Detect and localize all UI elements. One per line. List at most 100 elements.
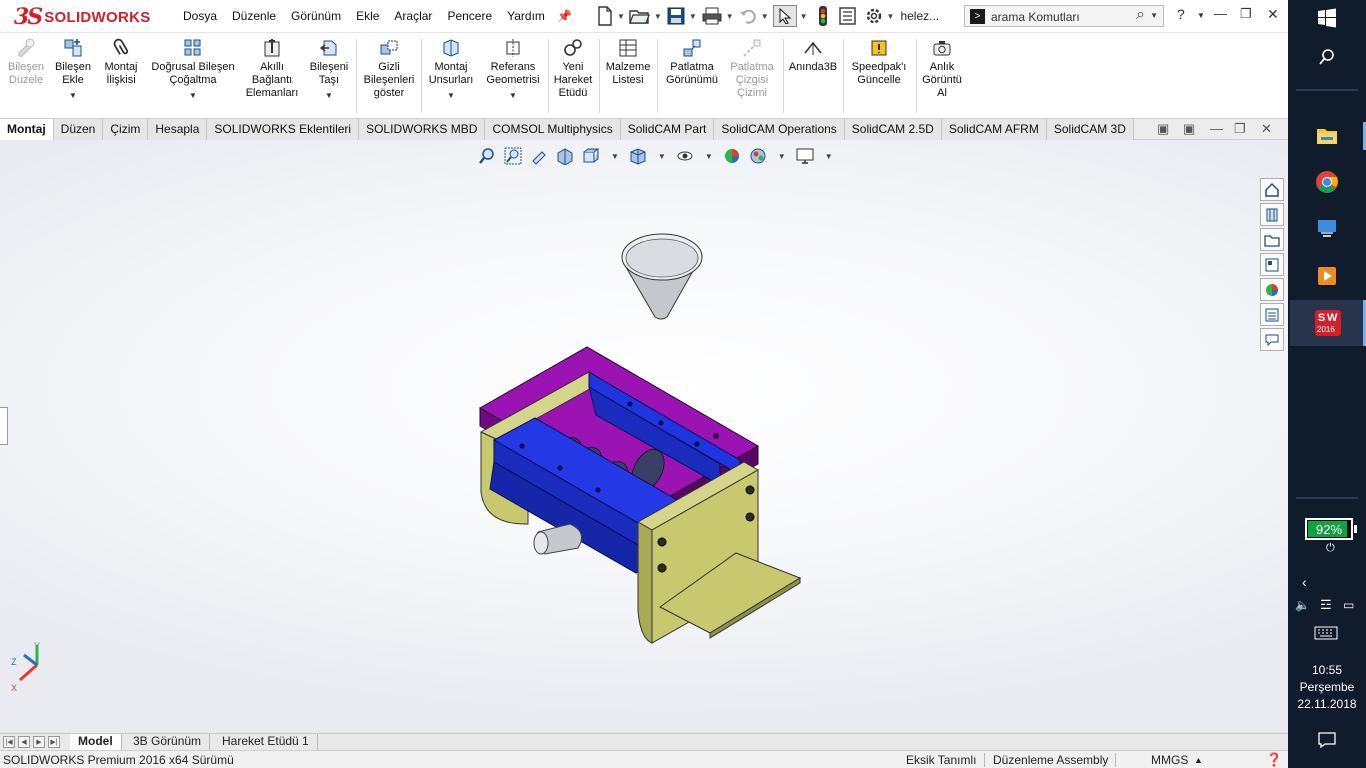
tab-comsol[interactable]: COMSOL Multiphysics xyxy=(485,119,621,140)
menu-file[interactable]: Dosya xyxy=(183,9,217,23)
new-dropdown-icon[interactable]: ▼ xyxy=(617,12,625,21)
search-input[interactable]: arama Komutları xyxy=(991,10,1080,24)
mate-button[interactable]: Montaj İlişkisi xyxy=(99,37,143,87)
explode-line-sketch-button[interactable]: Patlatma Çizgisi Çizimi xyxy=(724,37,780,100)
file-explorer-icon[interactable] xyxy=(1315,124,1339,148)
appearances-tab[interactable] xyxy=(1260,278,1284,301)
options-dropdown-icon[interactable]: ▼ xyxy=(887,12,895,21)
options-gear-icon[interactable] xyxy=(864,6,884,26)
tab-solidcam-operations[interactable]: SolidCAM Operations xyxy=(714,119,845,140)
command-search-box[interactable]: > arama Komutları ⌕ ▼ xyxy=(964,5,1164,27)
instant3d-button[interactable]: Anında3B xyxy=(786,37,840,74)
view-palette-tab[interactable] xyxy=(1260,253,1284,276)
tab-layout[interactable]: Düzen xyxy=(53,119,104,140)
update-speedpak-button[interactable]: Speedpak'ı Güncelle xyxy=(846,37,912,87)
doc-close-icon[interactable]: ✕ xyxy=(1261,121,1272,137)
search-dropdown-icon[interactable]: ▼ xyxy=(1150,11,1158,20)
tab-solidcam-afrm[interactable]: SolidCAM AFRM xyxy=(941,119,1047,140)
tab-motion-study-1[interactable]: Hareket Etüdü 1 xyxy=(214,734,318,750)
insert-component-button[interactable]: Bileşen Ekle ▼ xyxy=(51,37,95,102)
file-explorer-tab[interactable] xyxy=(1260,228,1284,251)
print-dropdown-icon[interactable]: ▼ xyxy=(726,12,734,21)
rebuild-traffic-light-icon[interactable] xyxy=(816,5,830,27)
solidworks-forum-tab[interactable] xyxy=(1260,328,1284,351)
print-icon[interactable] xyxy=(701,6,723,26)
feature-manager-expand-handle[interactable] xyxy=(0,407,8,445)
solidworks-taskbar-button[interactable]: S W 2016 xyxy=(1290,300,1366,346)
minimize-window-icon[interactable]: — xyxy=(1214,6,1227,21)
tab-model[interactable]: Model xyxy=(70,734,122,750)
take-snapshot-button[interactable]: Anlık Görüntü Al xyxy=(920,37,964,100)
doc-minimize-icon[interactable]: — xyxy=(1210,121,1223,136)
help-dropdown-icon[interactable]: ▼ xyxy=(1197,11,1205,20)
tab-sketch[interactable]: Çizim xyxy=(103,119,149,140)
assembly-model[interactable]: Y X Z xyxy=(0,140,1288,733)
undo-dropdown-icon[interactable]: ▼ xyxy=(761,12,769,21)
menu-insert[interactable]: Ekle xyxy=(356,9,379,23)
touch-keyboard-icon[interactable] xyxy=(1314,626,1338,640)
graphics-area[interactable]: ▼ ▼ ▼ ▼ ▼ Y X Z xyxy=(0,140,1288,733)
search-icon[interactable] xyxy=(1318,48,1336,66)
select-tool-button[interactable] xyxy=(772,5,797,27)
tab-assembly[interactable]: Montaj xyxy=(0,119,54,140)
design-library-tab[interactable] xyxy=(1260,203,1284,226)
prev-tab-arrow-icon[interactable]: ◀ xyxy=(18,736,30,748)
assembly-features-dropdown-icon[interactable]: ▼ xyxy=(425,89,477,102)
last-tab-arrow-icon[interactable]: ▶| xyxy=(48,736,60,748)
tab-3d-view[interactable]: 3B Görünüm xyxy=(125,734,211,750)
tab-solidworks-addins[interactable]: SOLIDWORKS Eklentileri xyxy=(207,119,360,140)
select-dropdown-icon[interactable]: ▼ xyxy=(800,12,808,21)
tile-left-icon[interactable]: ▣ xyxy=(1157,121,1169,137)
bill-of-materials-button[interactable]: Malzeme Listesi xyxy=(603,37,653,87)
show-hidden-components-button[interactable]: Gizli Bileşenleri göster xyxy=(360,37,418,100)
wifi-icon[interactable]: ☲ xyxy=(1320,597,1332,613)
new-document-icon[interactable] xyxy=(596,6,614,26)
menu-view[interactable]: Görünüm xyxy=(291,9,341,23)
remote-desktop-icon[interactable] xyxy=(1315,216,1339,240)
solidworks-logo[interactable]: 3S SOLIDWORKS xyxy=(14,4,151,30)
restore-window-icon[interactable]: ❐ xyxy=(1240,6,1252,22)
status-help-icon[interactable]: ❓ xyxy=(1266,752,1282,768)
unit-system-caret-icon[interactable]: ▲ xyxy=(1194,755,1203,765)
help-button[interactable]: ? xyxy=(1177,6,1185,22)
unit-system-button[interactable]: MMGS xyxy=(1151,753,1188,767)
search-icon[interactable]: ⌕ xyxy=(1136,6,1145,24)
insert-component-dropdown-icon[interactable]: ▼ xyxy=(51,89,95,102)
menu-window[interactable]: Pencere xyxy=(447,9,492,23)
menu-tools[interactable]: Araçlar xyxy=(394,9,432,23)
reference-geometry-dropdown-icon[interactable]: ▼ xyxy=(482,89,544,102)
menu-edit[interactable]: Düzenle xyxy=(232,9,276,23)
next-tab-arrow-icon[interactable]: ▶ xyxy=(33,736,45,748)
action-center-notifications-icon[interactable] xyxy=(1317,731,1337,749)
edit-component-button[interactable]: Bileşen Düzele xyxy=(4,37,48,87)
save-dropdown-icon[interactable]: ▼ xyxy=(689,12,697,21)
open-folder-icon[interactable] xyxy=(629,6,651,26)
show-hidden-icons-chevron-icon[interactable]: ‹ xyxy=(1302,574,1307,590)
linear-pattern-button[interactable]: Doğrusal Bileşen Çoğaltma ▼ xyxy=(147,37,239,102)
windows-start-icon[interactable] xyxy=(1317,8,1337,28)
pin-menu-icon[interactable]: 📌 xyxy=(557,9,572,23)
reference-geometry-button[interactable]: Referans Geometrisi ▼ xyxy=(482,37,544,102)
tab-solidcam-part[interactable]: SolidCAM Part xyxy=(620,119,715,140)
battery-tray-icon[interactable]: ▭ xyxy=(1343,598,1354,612)
save-icon[interactable] xyxy=(666,6,686,26)
solidworks-resources-tab[interactable] xyxy=(1260,178,1284,201)
move-component-dropdown-icon[interactable]: ▼ xyxy=(305,89,353,102)
feeder-housing-part[interactable] xyxy=(479,371,802,644)
hopper-cone-part[interactable] xyxy=(621,233,703,320)
custom-properties-tab[interactable] xyxy=(1260,303,1284,326)
tab-solidworks-mbd[interactable]: SOLIDWORKS MBD xyxy=(359,119,486,140)
tab-solidcam-3d[interactable]: SolidCAM 3D xyxy=(1046,119,1134,140)
doc-restore-icon[interactable]: ❐ xyxy=(1234,121,1246,137)
battery-indicator[interactable]: 92% xyxy=(1305,518,1353,540)
undo-icon[interactable] xyxy=(738,6,758,26)
chrome-icon[interactable] xyxy=(1315,170,1339,194)
menu-help[interactable]: Yardım xyxy=(507,9,545,23)
tile-right-icon[interactable]: ▣ xyxy=(1183,121,1195,137)
tab-evaluate[interactable]: Hesapla xyxy=(148,119,208,140)
volume-icon[interactable]: 🔈 xyxy=(1295,598,1310,612)
assembly-features-button[interactable]: Montaj Unsurları ▼ xyxy=(425,37,477,102)
tab-solidcam-25d[interactable]: SolidCAM 2.5D xyxy=(844,119,942,140)
taskbar-clock[interactable]: 10:55 Perşembe 22.11.2018 xyxy=(1288,662,1366,713)
move-component-button[interactable]: Bileşeni Taşı ▼ xyxy=(305,37,353,102)
